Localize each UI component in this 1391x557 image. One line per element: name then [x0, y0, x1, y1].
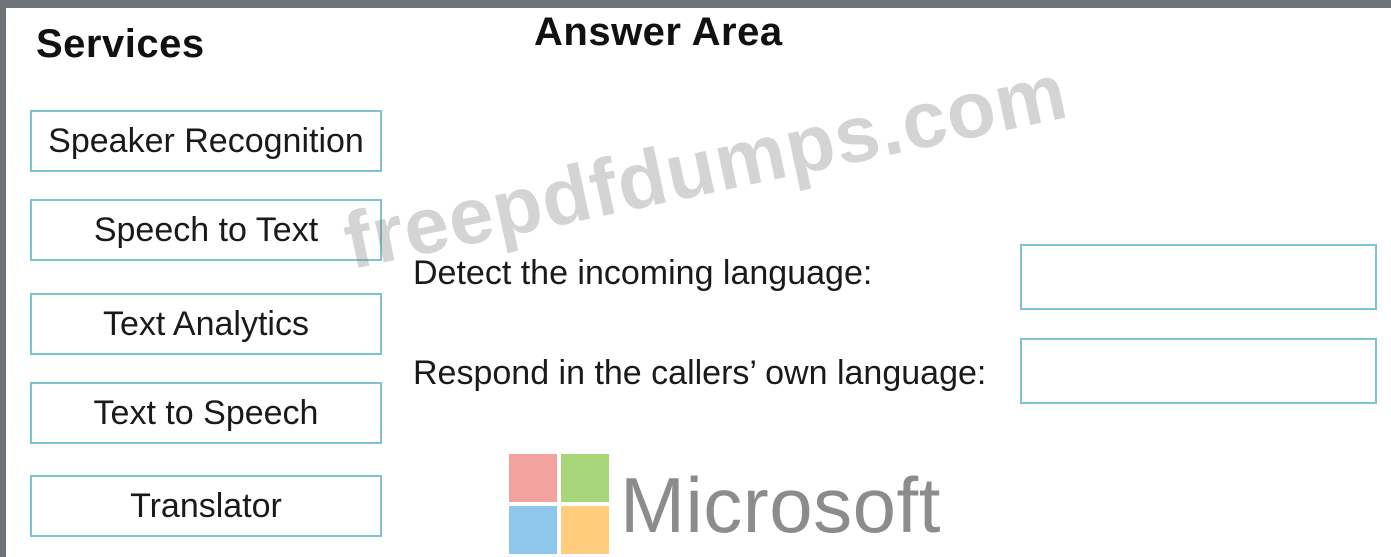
logo-square-yellow — [561, 506, 609, 554]
microsoft-wordmark: Microsoft — [620, 461, 941, 549]
service-option-speech-to-text[interactable]: Speech to Text — [30, 199, 382, 261]
service-option-text-to-speech[interactable]: Text to Speech — [30, 382, 382, 444]
prompt-detect-language: Detect the incoming language: — [413, 254, 873, 292]
answer-area-heading: Answer Area — [534, 10, 783, 54]
answer-drop-target-detect-language[interactable] — [1020, 244, 1377, 310]
service-option-label: Speech to Text — [93, 210, 319, 249]
service-option-label: Speaker Recognition — [48, 121, 364, 160]
watermark-text: freepdfdumps.com — [336, 45, 1075, 287]
exam-question-frame: Services Answer Area Speaker Recognition… — [0, 0, 1391, 557]
prompt-respond-language: Respond in the callers’ own language: — [413, 354, 987, 392]
logo-square-green — [561, 454, 609, 502]
service-option-label: Translator — [130, 486, 282, 525]
service-option-label: Text Analytics — [103, 304, 309, 343]
microsoft-logo-icon — [509, 454, 609, 554]
answer-drop-target-respond-language[interactable] — [1020, 338, 1377, 404]
logo-square-red — [509, 454, 557, 502]
service-option-speaker-recognition[interactable]: Speaker Recognition — [30, 110, 382, 172]
logo-square-blue — [509, 506, 557, 554]
services-heading: Services — [36, 22, 205, 66]
service-option-text-analytics[interactable]: Text Analytics — [30, 293, 382, 355]
service-option-label: Text to Speech — [93, 393, 319, 432]
service-option-translator[interactable]: Translator — [30, 475, 382, 537]
